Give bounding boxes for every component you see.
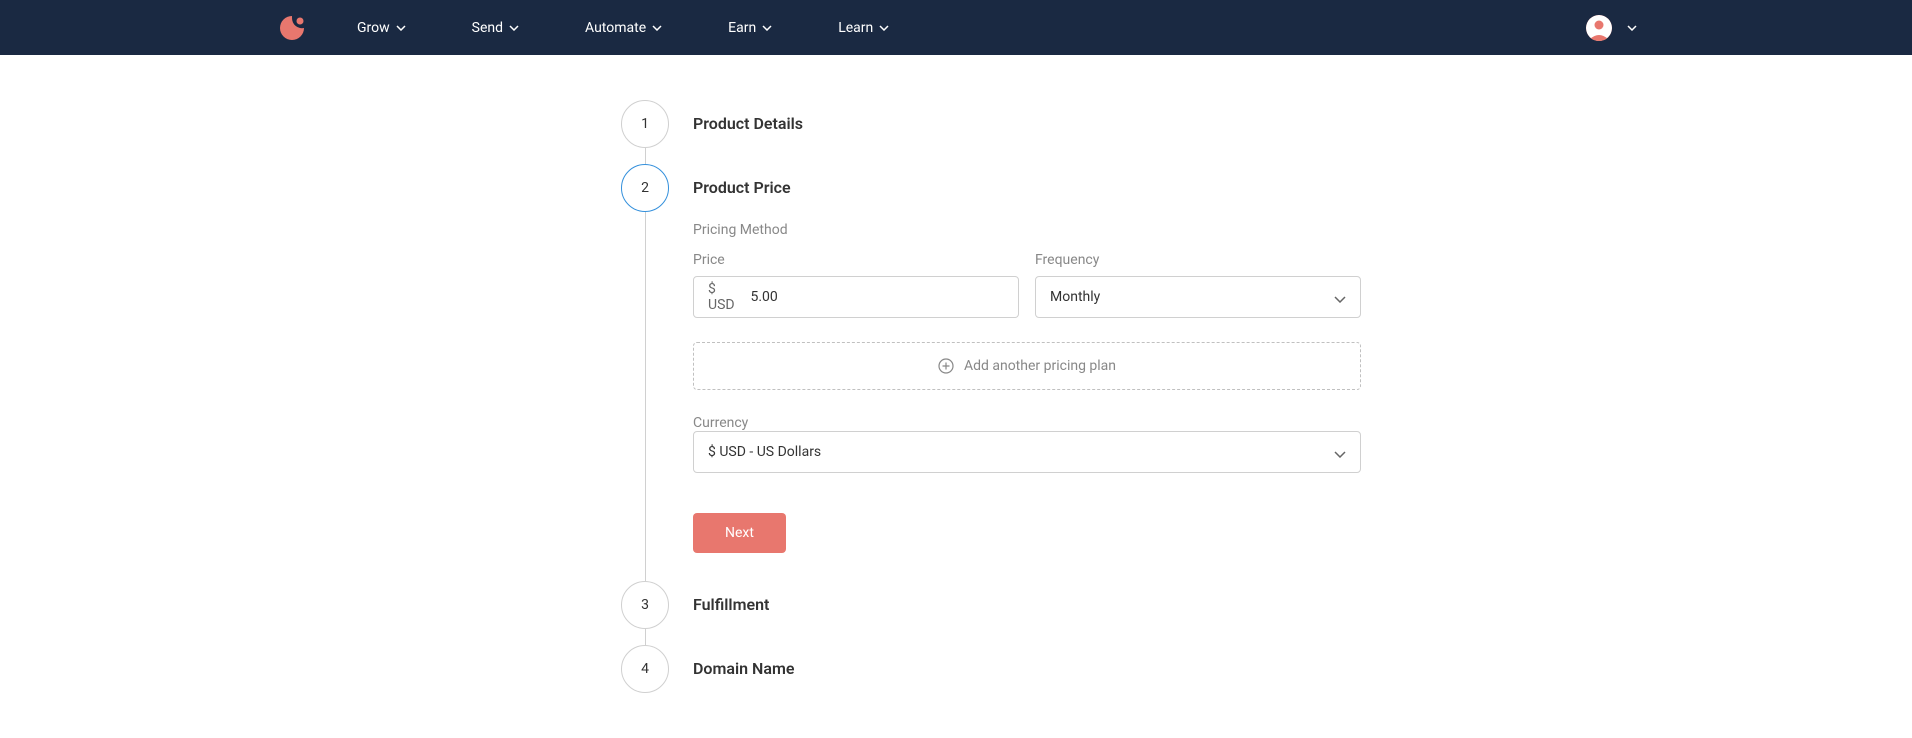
chevron-down-icon [509,23,519,33]
price-input[interactable] [750,289,1004,305]
price-frequency-row: Price $ USD Frequency Monthly [693,252,1361,318]
nav-item-earn[interactable]: Earn [710,20,790,36]
nav-label: Send [472,20,503,36]
chevron-down-icon [879,23,889,33]
price-group: Price $ USD [693,252,1019,318]
nav-label: Automate [585,20,646,36]
stepper: 1 Product Details 2 Product Price Pricin… [621,100,1361,693]
chevron-down-icon [762,23,772,33]
navbar-right [1586,15,1637,41]
step-1-circle[interactable]: 1 [621,100,669,148]
price-prefix: $ USD [708,281,740,313]
nav-label: Earn [728,20,756,36]
step-4-circle[interactable]: 4 [621,645,669,693]
frequency-select[interactable]: Monthly [1035,276,1361,318]
add-pricing-plan-button[interactable]: Add another pricing plan [693,342,1361,390]
step-3-circle[interactable]: 3 [621,581,669,629]
chevron-down-icon [1334,288,1346,307]
step-2-title: Product Price [693,164,791,197]
currency-value: $ USD - US Dollars [708,444,821,460]
step-4-row: 4 Domain Name [621,645,1361,693]
navbar-left: Grow Send Automate Earn Learn [275,11,907,45]
step-number: 2 [641,180,649,196]
nav-item-automate[interactable]: Automate [567,20,680,36]
step-2-content: Pricing Method Price $ USD Frequency Mon… [621,212,1361,581]
top-navbar: Grow Send Automate Earn Learn [0,0,1912,55]
chevron-down-icon [652,23,662,33]
currency-label: Currency [693,415,748,431]
step-4-title: Domain Name [693,645,794,678]
currency-group: Currency $ USD - US Dollars [693,412,1361,473]
step-number: 3 [641,597,649,613]
price-input-wrapper[interactable]: $ USD [693,276,1019,318]
pricing-method-label: Pricing Method [693,222,1361,238]
frequency-value: Monthly [1050,289,1100,305]
main-content: 1 Product Details 2 Product Price Pricin… [256,55,1656,738]
logo[interactable] [275,11,309,45]
nav-item-learn[interactable]: Learn [820,20,907,36]
plus-circle-icon [938,358,954,374]
frequency-group: Frequency Monthly [1035,252,1361,318]
chevron-down-icon [1334,443,1346,462]
step-1-title: Product Details [693,100,803,133]
price-label: Price [693,252,1019,268]
next-button[interactable]: Next [693,513,786,553]
nav-item-grow[interactable]: Grow [339,20,424,36]
step-3-title: Fulfillment [693,581,769,614]
step-1-row: 1 Product Details [621,100,1361,148]
next-button-label: Next [725,525,754,541]
step-2-circle[interactable]: 2 [621,164,669,212]
account-chevron-icon[interactable] [1627,23,1637,33]
nav-item-send[interactable]: Send [454,20,537,36]
step-connector [645,212,646,581]
avatar-icon [1586,15,1612,41]
nav-label: Learn [838,20,873,36]
frequency-label: Frequency [1035,252,1361,268]
step-number: 1 [641,116,649,132]
add-plan-label: Add another pricing plan [964,358,1116,374]
step-3-row: 3 Fulfillment [621,581,1361,629]
chevron-down-icon [396,23,406,33]
logo-icon [276,12,308,44]
avatar[interactable] [1586,15,1612,41]
step-number: 4 [641,661,649,677]
step-2-row: 2 Product Price [621,164,1361,212]
nav-label: Grow [357,20,390,36]
currency-select[interactable]: $ USD - US Dollars [693,431,1361,473]
